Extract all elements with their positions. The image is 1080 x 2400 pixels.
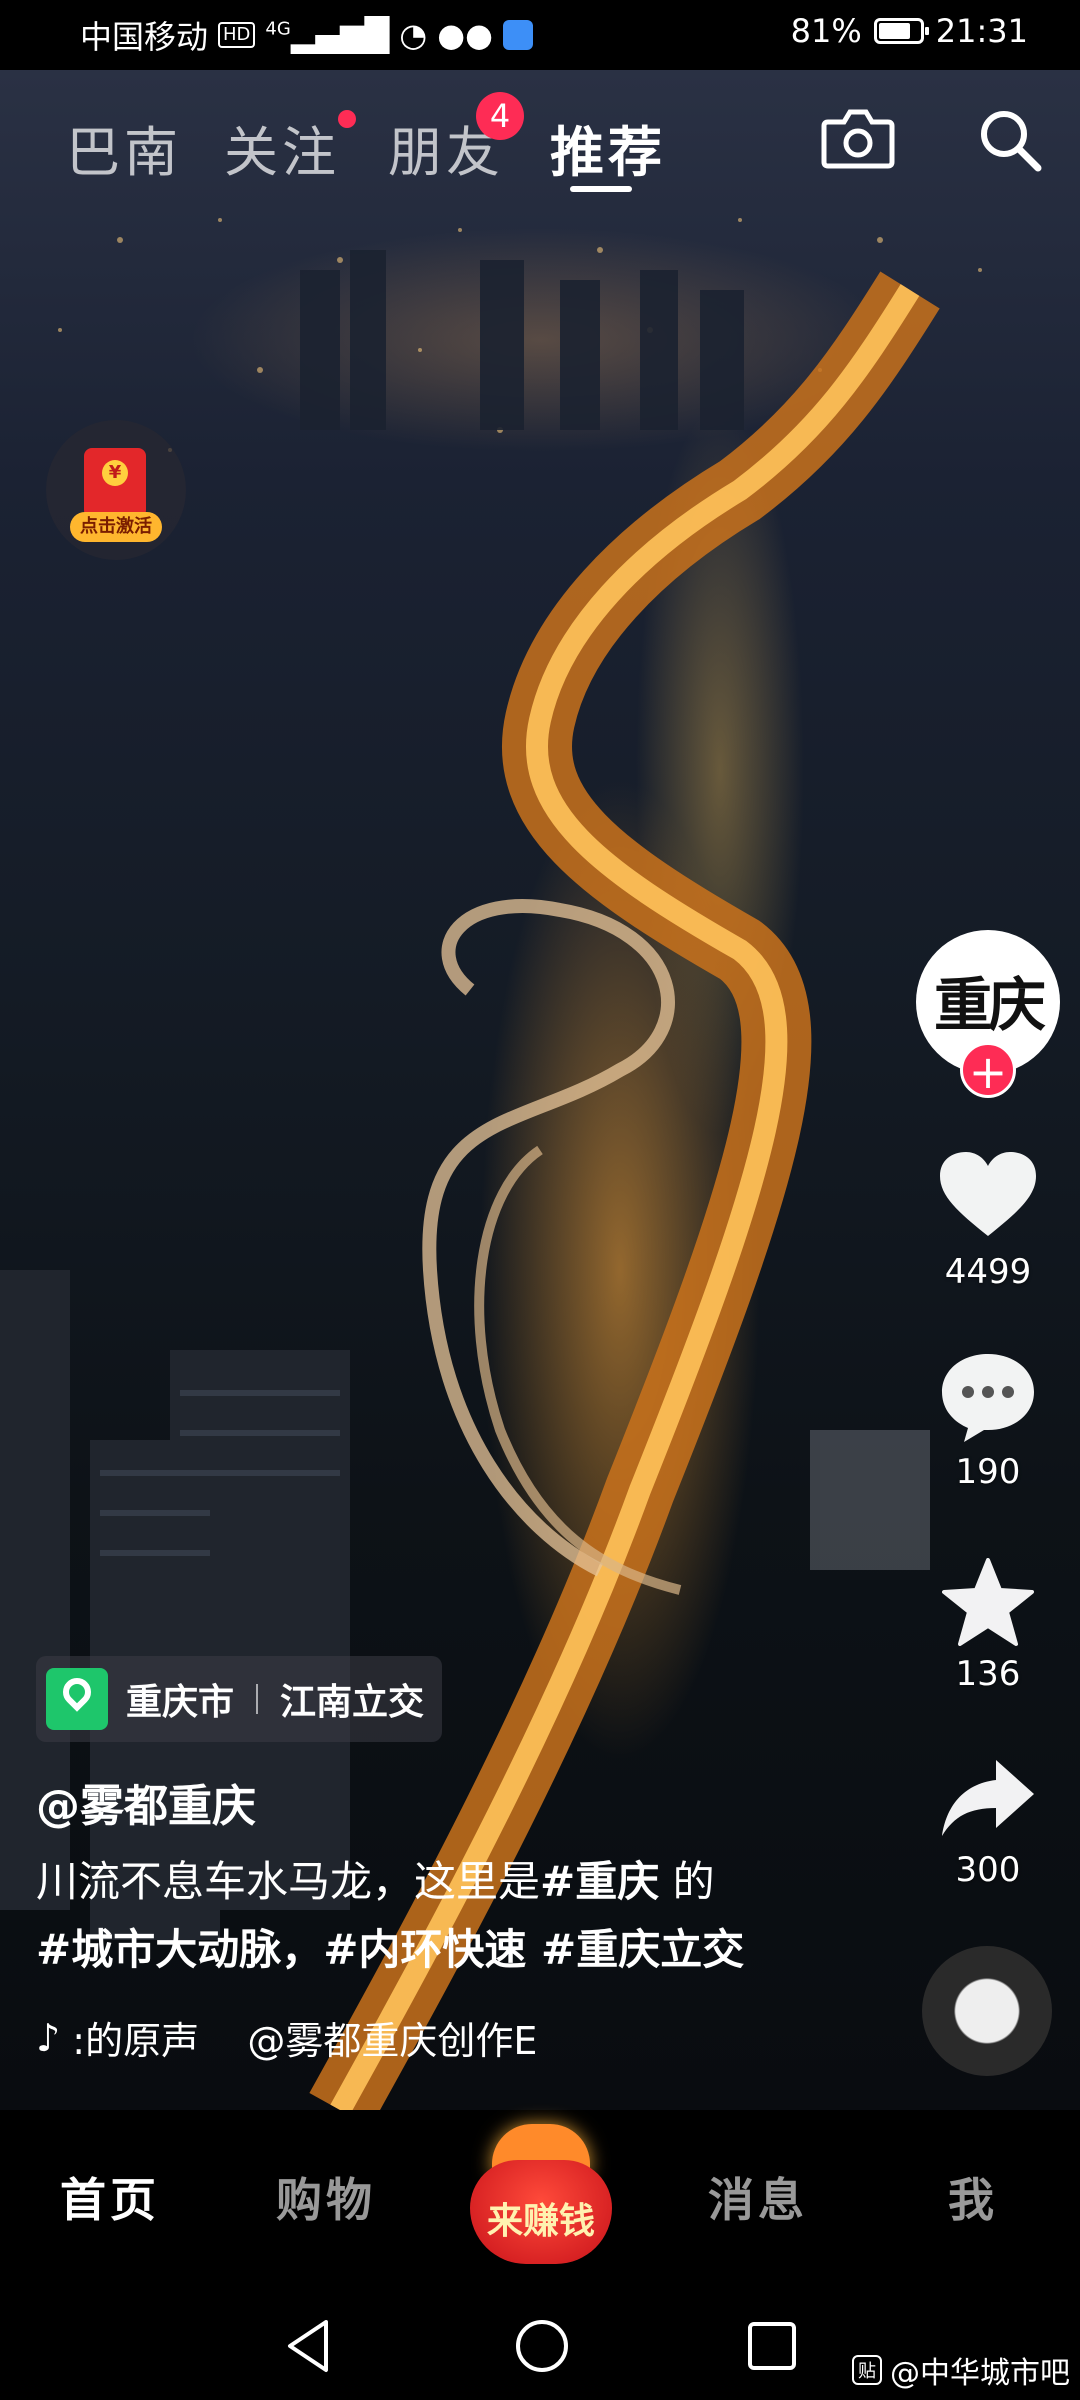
location-divider (256, 1684, 259, 1714)
favorite-count: 136 (955, 1654, 1021, 1694)
tab-local[interactable]: 巴南 (66, 108, 182, 187)
nav-earn-button[interactable]: 来赚钱 (466, 2120, 616, 2270)
comment-count: 190 (955, 1452, 1021, 1492)
music-title: :的原声 @雾都重庆创作E (72, 2019, 538, 2063)
music-note-icon: ♪ (36, 2015, 61, 2060)
location-place: 江南立交 (280, 1682, 425, 1723)
location-pin-icon (46, 1668, 108, 1730)
battery-icon (873, 18, 929, 44)
friends-count-badge: 4 (476, 92, 524, 140)
avatar-text: 重庆 (933, 971, 1046, 1039)
top-tab-bar: 巴南 关注 朋友 4 推荐 (0, 90, 1080, 200)
post-author[interactable]: @雾都重庆 (36, 1770, 256, 1834)
music-disc-icon[interactable] (922, 1946, 1052, 2076)
following-dot-badge (338, 110, 356, 128)
location-tag[interactable]: 重庆市 江南立交 (36, 1656, 443, 1742)
tab-recommend[interactable]: 推荐 (550, 108, 666, 187)
follow-plus-button[interactable]: + (960, 1042, 1016, 1099)
hd-badge: HD (218, 22, 256, 48)
wifi-icon: ◔ (399, 16, 428, 54)
music-info[interactable]: ♪ :的原声 @雾都重庆创作E (36, 2010, 537, 2065)
nav-messages[interactable]: 消息 (708, 2164, 808, 2230)
watermark-text: @中华城市吧 (890, 2356, 1070, 2391)
status-bar: 中国移动 HD 4G▂▄▆█ ◔ ●● 81% 21:31 (0, 0, 1080, 70)
caption-text: 川流不息车水马龙，这里是 (36, 1857, 541, 1906)
clock: 21:31 (935, 12, 1028, 50)
earn-label: 来赚钱 (486, 2201, 595, 2242)
red-envelope-label: 点击激活 (70, 512, 162, 542)
caption-line-2-hashtags[interactable]: #城市大动脉，#内环快速 #重庆立交 (36, 1916, 796, 1984)
camera-icon[interactable] (820, 106, 896, 174)
share-count: 300 (955, 1850, 1021, 1890)
status-left: 中国移动 HD 4G▂▄▆█ ◔ ●● (80, 12, 534, 58)
heart-icon[interactable] (938, 1150, 1038, 1244)
caption-tail: 的 (659, 1857, 715, 1906)
battery-percent: 81% (790, 12, 862, 50)
carrier-name: 中国移动 (80, 18, 209, 56)
share-icon[interactable] (940, 1756, 1036, 1844)
like-count: 4499 (944, 1252, 1032, 1292)
tieba-icon: 贴 (852, 2355, 882, 2385)
tab-following[interactable]: 关注 (224, 108, 340, 187)
post-caption: 川流不息车水马龙，这里是#重庆 的 #城市大动脉，#内环快速 #重庆立交 (36, 1848, 796, 1984)
active-tab-indicator (570, 186, 632, 192)
signal-icon: 4G▂▄▆█ (265, 16, 390, 54)
status-right: 81% 21:31 (791, 12, 1028, 50)
cloud-icon (503, 20, 534, 50)
coin-icon: ¥ (102, 460, 128, 486)
nav-home[interactable]: 首页 (60, 2164, 160, 2230)
nav-shop[interactable]: 购物 (276, 2164, 376, 2230)
search-icon[interactable] (976, 106, 1044, 178)
wechat-icon: ●● (437, 16, 494, 54)
recents-square-icon[interactable] (746, 2320, 798, 2376)
comment-icon[interactable] (938, 1350, 1038, 1448)
back-icon[interactable] (284, 2318, 332, 2378)
red-envelope-widget[interactable]: ¥ 点击激活 (46, 420, 186, 560)
caption-line-1: 川流不息车水马龙，这里是#重庆 的 (36, 1848, 796, 1916)
nav-me[interactable]: 我 (948, 2164, 998, 2230)
hashtag-chongqing[interactable]: #重庆 (540, 1857, 659, 1906)
favorite-star-icon[interactable] (940, 1556, 1036, 1652)
watermark: 贴 @中华城市吧 (852, 2348, 1070, 2392)
location-city: 重庆市 (126, 1682, 235, 1723)
home-circle-icon[interactable] (514, 2318, 570, 2378)
bottom-nav: 首页 购物 来赚钱 消息 我 (0, 2110, 1080, 2290)
